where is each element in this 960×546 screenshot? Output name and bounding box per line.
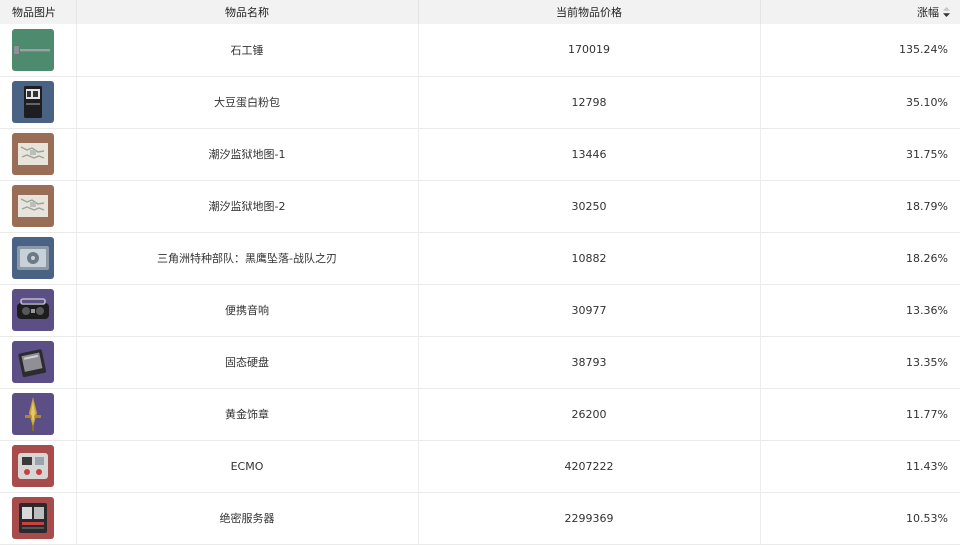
item-name: 固态硬盘 <box>76 336 419 388</box>
item-change: 11.43% <box>906 459 948 473</box>
header-item-image: 物品图片 <box>0 0 77 24</box>
table-row-3: 潮汐监狱地图-1 13446 31.75% <box>0 128 960 180</box>
item-image-cell <box>0 388 77 440</box>
item-thumbnail <box>12 237 54 279</box>
table-header-row: 物品图片 物品名称 当前物品价格 涨幅 <box>0 0 960 24</box>
item-image-cell <box>0 128 77 180</box>
item-name: 大豆蛋白粉包 <box>76 76 419 128</box>
item-image-cell <box>0 440 77 492</box>
item-image-cell <box>0 492 77 544</box>
item-change: 35.10% <box>906 95 948 109</box>
item-price: 170019 <box>418 24 761 76</box>
item-price: 30250 <box>418 180 761 232</box>
table-row-10: 绝密服务器 2299369 10.53% <box>0 492 960 544</box>
table-row-4: 潮汐监狱地图-2 30250 18.79% <box>0 180 960 232</box>
item-price: 2299369 <box>418 492 761 544</box>
item-price: 30977 <box>418 284 761 336</box>
item-thumbnail <box>12 81 54 123</box>
sledgehammer-icon <box>12 29 54 71</box>
item-thumbnail <box>12 393 54 435</box>
ecmo-machine-icon <box>12 445 54 487</box>
gold-emblem-icon <box>12 393 54 435</box>
item-image-cell <box>0 76 77 128</box>
item-name: 便携音响 <box>76 284 419 336</box>
header-change-label: 涨幅 <box>917 6 939 19</box>
prison-map-icon <box>12 185 54 227</box>
item-thumbnail <box>12 445 54 487</box>
item-change: 18.79% <box>906 199 948 213</box>
item-price: 4207222 <box>418 440 761 492</box>
item-price: 12798 <box>418 76 761 128</box>
item-image-cell <box>0 284 77 336</box>
protein-powder-bag-icon <box>12 81 54 123</box>
item-price: 13446 <box>418 128 761 180</box>
item-price: 38793 <box>418 336 761 388</box>
item-change: 11.77% <box>906 407 948 421</box>
item-price-table: 物品图片 物品名称 当前物品价格 涨幅 石工锤 170019 135.24% 大… <box>0 0 960 545</box>
item-thumbnail <box>12 497 54 539</box>
item-name: ECMO <box>76 440 419 492</box>
table-row-8: 黄金饰章 26200 11.77% <box>0 388 960 440</box>
table-row-6: 便携音响 30977 13.36% <box>0 284 960 336</box>
item-thumbnail <box>12 289 54 331</box>
table-row-2: 大豆蛋白粉包 12798 35.10% <box>0 76 960 128</box>
header-current-price: 当前物品价格 <box>418 0 761 24</box>
item-image-cell <box>0 24 77 76</box>
item-name: 潮汐监狱地图-2 <box>76 180 419 232</box>
sort-desc-icon[interactable] <box>943 6 950 20</box>
item-price: 26200 <box>418 388 761 440</box>
table-row-1: 石工锤 170019 135.24% <box>0 24 960 76</box>
item-name: 黄金饰章 <box>76 388 419 440</box>
item-thumbnail <box>12 28 54 71</box>
item-image-cell <box>0 336 77 388</box>
item-change: 135.24% <box>899 43 948 57</box>
table-row-9: ECMO 4207222 11.43% <box>0 440 960 492</box>
item-change: 31.75% <box>906 147 948 161</box>
item-change: 13.36% <box>906 303 948 317</box>
prison-map-icon <box>12 133 54 175</box>
server-icon <box>12 497 54 539</box>
dvd-case-icon <box>12 237 54 279</box>
item-change: 10.53% <box>906 511 948 525</box>
item-thumbnail <box>12 341 54 383</box>
header-change-sortable[interactable]: 涨幅 <box>760 0 960 24</box>
item-name: 石工锤 <box>76 24 419 76</box>
item-change: 18.26% <box>906 251 948 265</box>
table-row-5: 三角洲特种部队：黑鹰坠落-战队之刃 10882 18.26% <box>0 232 960 284</box>
item-image-cell <box>0 232 77 284</box>
item-thumbnail <box>12 133 54 175</box>
item-name: 绝密服务器 <box>76 492 419 544</box>
item-change: 13.35% <box>906 355 948 369</box>
item-image-cell <box>0 180 77 232</box>
ssd-icon <box>12 341 54 383</box>
portable-speaker-icon <box>12 289 54 331</box>
table-row-7: 固态硬盘 38793 13.35% <box>0 336 960 388</box>
item-name: 三角洲特种部队：黑鹰坠落-战队之刃 <box>76 232 419 284</box>
item-name: 潮汐监狱地图-1 <box>76 128 419 180</box>
item-thumbnail <box>12 185 54 227</box>
header-item-name: 物品名称 <box>76 0 419 24</box>
item-price: 10882 <box>418 232 761 284</box>
